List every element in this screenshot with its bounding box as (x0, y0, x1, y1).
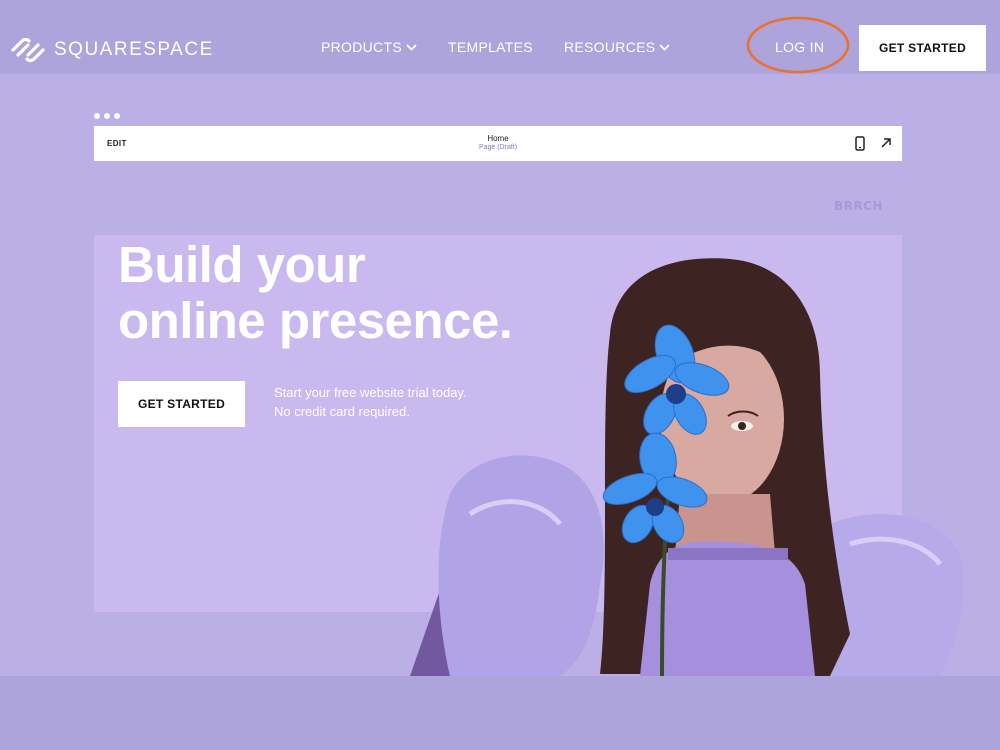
nav-templates[interactable]: TEMPLATES (448, 39, 533, 55)
page-name: Home (487, 134, 509, 143)
mobile-preview-icon[interactable] (855, 136, 865, 151)
headline-line-2: online presence. (118, 292, 513, 349)
nav-templates-label: TEMPLATES (448, 39, 533, 55)
login-link[interactable]: LOG IN (775, 39, 824, 55)
chevron-down-icon (659, 43, 671, 51)
brand-name: SQUARESPACE (54, 39, 214, 60)
hero-subtext-line-2: No credit card required. (274, 404, 410, 419)
dot (104, 113, 110, 119)
page-background (0, 74, 1000, 676)
hero-subtext-line-1: Start your free website trial today. (274, 385, 467, 400)
arrow-up-right-icon[interactable] (880, 137, 892, 149)
editor-toolbar: EDIT Home Page (Draft) (94, 126, 902, 161)
dot (114, 113, 120, 119)
bottom-band (0, 676, 1000, 750)
site-brand-mark: BRRCH (834, 199, 883, 213)
nav-products-label: PRODUCTS (321, 39, 402, 55)
nav-resources[interactable]: RESOURCES (564, 39, 671, 55)
chevron-down-icon (406, 43, 417, 51)
get-started-button[interactable]: GET STARTED (859, 25, 986, 71)
brand-logo[interactable]: SQUARESPACE (10, 37, 214, 63)
page-status: Page (Draft) (478, 144, 518, 151)
nav-resources-label: RESOURCES (564, 39, 656, 55)
hero-headline: Build your online presence. (118, 236, 513, 349)
dot (94, 113, 100, 119)
more-dots-icon[interactable] (94, 113, 120, 119)
headline-line-1: Build your (118, 236, 366, 293)
hero-get-started-button[interactable]: GET STARTED (118, 381, 245, 427)
nav-products[interactable]: PRODUCTS (321, 39, 417, 55)
squarespace-logo-icon (11, 37, 45, 63)
